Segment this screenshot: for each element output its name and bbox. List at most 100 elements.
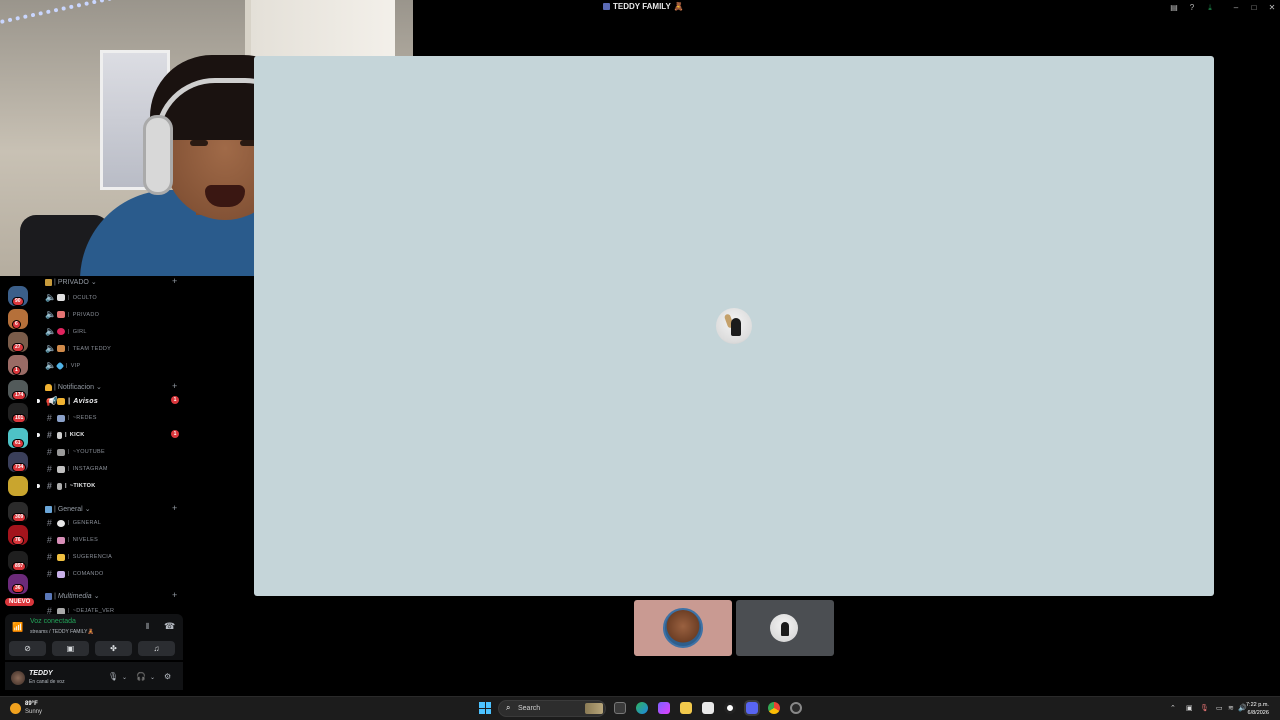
text-channel[interactable]: # | COMANDO — [45, 569, 104, 579]
teddy-emoji: 🧸 — [673, 2, 684, 11]
channel-name: VIP — [70, 362, 81, 369]
search-input[interactable]: ⌕ Search — [498, 700, 606, 717]
channel-name: ~REDES — [72, 415, 97, 421]
participant-tile[interactable] — [736, 600, 834, 656]
category-privado[interactable]: | PRIVADO ⌄ — [45, 278, 97, 286]
unread-indicator — [37, 433, 40, 437]
channel-name: Avisos — [73, 398, 99, 405]
weather-text[interactable]: Sunny — [25, 709, 42, 715]
voice-channel[interactable]: 🔈 | VIP — [45, 360, 81, 371]
windows-start-icon[interactable] — [479, 702, 491, 714]
megaphone-icon: 📢 — [45, 396, 57, 406]
text-channel[interactable]: # | ~REDES — [45, 413, 97, 423]
server-badge: 734 — [12, 463, 27, 472]
hash-icon: # — [46, 430, 53, 440]
minimize-icon[interactable]: – — [1231, 3, 1241, 13]
activities-button[interactable]: ✤ — [95, 641, 132, 656]
voice-status[interactable]: Voz conectada — [30, 618, 76, 625]
text-channel[interactable]: # | ~TIKTOK — [45, 481, 96, 491]
hash-icon: # — [46, 552, 53, 562]
category-multimedia[interactable]: | Multimedia ⌄ — [45, 592, 100, 600]
tray-app-icon[interactable]: ▣ — [1186, 704, 1193, 712]
text-channel[interactable]: # | SUGERENCIA — [45, 552, 112, 562]
gear-icon[interactable]: ⚙ — [164, 672, 171, 681]
server-icon — [603, 3, 610, 10]
disconnect-icon[interactable]: ☎ — [164, 621, 175, 632]
hash-icon: # — [46, 606, 53, 614]
server-badge: 6 — [12, 320, 21, 329]
speaker-icon: 🔈 — [45, 326, 57, 336]
text-channel[interactable]: # | NIVELES — [45, 535, 98, 545]
text-channel[interactable]: # | ~YOUTUBE — [45, 447, 105, 457]
speaker-icon: 🔈 — [45, 309, 57, 319]
category-notificacion[interactable]: | Notificacion ⌄ — [45, 383, 102, 391]
discord-icon[interactable] — [746, 702, 758, 714]
chevron-down-icon[interactable]: ⌄ — [150, 674, 155, 681]
new-badge[interactable]: NUEVO — [5, 598, 35, 606]
voice-location[interactable]: streams / TEDDY FAMILY🧸 — [30, 629, 94, 635]
voice-channel[interactable]: 🔈 | OCULTO — [45, 292, 97, 303]
channel-name: SUGERENCIA — [72, 554, 113, 560]
server-badge: 61 — [12, 439, 24, 448]
taskbar: 89°F Sunny ⌕ Search ⌃ ▣ 🎙 ▭ ≋ 🔊 7:22 p.m… — [0, 696, 1280, 720]
system-clock[interactable]: 7:22 p.m. 6/8/2026 — [1246, 701, 1269, 717]
participant-tile[interactable] — [634, 600, 732, 656]
clock-app-icon[interactable] — [724, 702, 736, 714]
voice-channel[interactable]: 🔈 | GIRL — [45, 326, 87, 337]
soundboard-button[interactable]: ♫ — [138, 641, 175, 656]
microphone-icon[interactable]: 🎙 — [108, 672, 118, 681]
display-icon[interactable]: ▭ — [1216, 704, 1223, 712]
category-general[interactable]: | General ⌄ — [45, 505, 91, 513]
hash-icon: # — [46, 569, 53, 579]
chevron-up-icon[interactable]: ⌃ — [1170, 704, 1176, 712]
search-label: Search — [518, 705, 541, 712]
close-icon[interactable]: ✕ — [1267, 3, 1277, 13]
participant-avatar[interactable] — [716, 308, 752, 344]
chevron-down-icon[interactable]: ⌄ — [122, 674, 127, 681]
announcement-channel[interactable]: 📢 | Avisos — [45, 396, 98, 407]
avatar[interactable] — [11, 671, 25, 685]
wifi-icon[interactable]: ≋ — [1228, 704, 1234, 712]
screen-share-button[interactable]: ▣ — [52, 641, 89, 656]
username[interactable]: TEDDY — [29, 670, 53, 677]
hash-icon: # — [46, 447, 53, 457]
voice-channel[interactable]: 🔈 | TEAM TEDDY — [45, 343, 111, 354]
text-channel[interactable]: # | INSTAGRAM — [45, 464, 108, 474]
inbox-icon[interactable]: ▤ — [1169, 3, 1179, 13]
edge-icon[interactable] — [636, 702, 648, 714]
text-channel[interactable]: # | ~DEJATE_VER — [45, 606, 114, 614]
headphones-icon[interactable]: 🎧 — [136, 672, 146, 681]
channel-name: PRIVADO — [72, 311, 100, 318]
microphone-tray-icon[interactable]: 🎙 — [1200, 704, 1209, 712]
camera-off-button[interactable]: ⊘ — [9, 641, 46, 656]
copilot-icon[interactable] — [658, 702, 670, 714]
signal-icon[interactable]: 📶 — [12, 622, 24, 634]
server-icon-9[interactable] — [8, 476, 28, 496]
channel-name: ~TIKTOK — [69, 483, 96, 489]
stream-stage[interactable] — [254, 56, 1214, 596]
download-icon[interactable]: ⤓ — [1205, 3, 1215, 13]
channel-name: OCULTO — [72, 294, 97, 301]
maximize-icon[interactable]: □ — [1249, 3, 1259, 13]
help-icon[interactable]: ? — [1187, 3, 1197, 13]
add-channel-icon[interactable]: + — [172, 590, 177, 600]
server-badge: 174 — [12, 391, 27, 400]
add-channel-icon[interactable]: + — [172, 503, 177, 513]
store-icon[interactable] — [702, 702, 714, 714]
unread-indicator — [37, 399, 40, 403]
user-panel: TEDDY En canal de voz 🎙 ⌄ 🎧 ⌄ ⚙ — [5, 662, 183, 690]
file-explorer-icon[interactable] — [680, 702, 692, 714]
task-view-icon[interactable] — [614, 702, 626, 714]
noise-suppression-icon[interactable]: ⫴ — [146, 622, 149, 632]
add-channel-icon[interactable]: + — [172, 381, 177, 391]
server-badge: 1 — [12, 366, 21, 375]
channel-list: | PRIVADO ⌄ + 🔈 | OCULTO 🔈 | PRIVADO 🔈 | GIRL… — [37, 276, 187, 614]
add-channel-icon[interactable]: + — [172, 276, 177, 286]
sun-icon[interactable] — [10, 703, 21, 714]
chrome-icon[interactable] — [768, 702, 780, 714]
voice-channel[interactable]: 🔈 | PRIVADO — [45, 309, 99, 320]
obs-icon[interactable] — [790, 702, 802, 714]
text-channel[interactable]: # | GENERAL — [45, 518, 101, 528]
temperature[interactable]: 89°F — [25, 701, 38, 707]
text-channel[interactable]: # | KICK — [45, 430, 85, 440]
